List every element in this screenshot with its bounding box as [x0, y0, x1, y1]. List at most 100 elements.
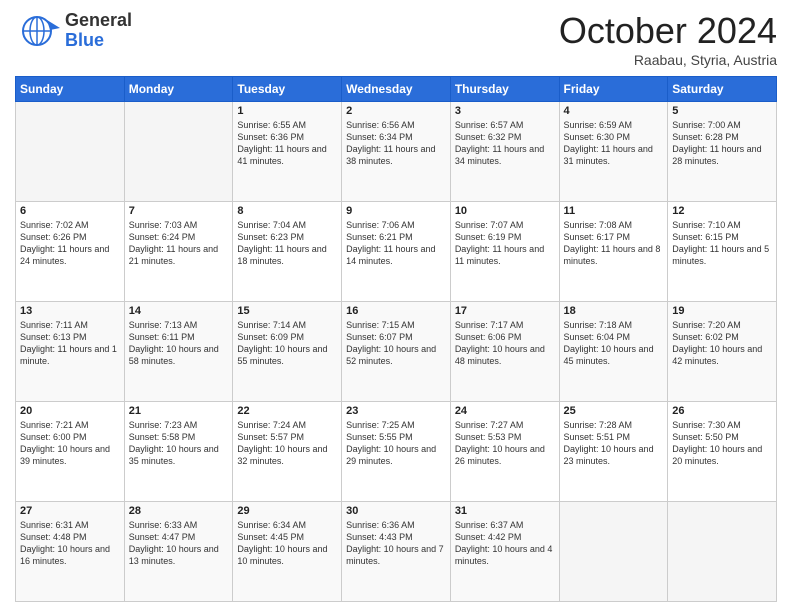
day-info: Sunrise: 7:15 AMSunset: 6:07 PMDaylight:… [346, 319, 446, 368]
daylight-text: Daylight: 11 hours and 31 minutes. [564, 144, 653, 166]
location-subtitle: Raabau, Styria, Austria [559, 52, 777, 68]
sunrise-text: Sunrise: 7:30 AM [672, 420, 741, 430]
sunset-text: Sunset: 5:50 PM [672, 432, 739, 442]
daylight-text: Daylight: 10 hours and 35 minutes. [129, 444, 219, 466]
daylight-text: Daylight: 10 hours and 52 minutes. [346, 344, 436, 366]
header-tuesday: Tuesday [233, 77, 342, 102]
daylight-text: Daylight: 11 hours and 38 minutes. [346, 144, 435, 166]
day-info: Sunrise: 7:18 AMSunset: 6:04 PMDaylight:… [564, 319, 664, 368]
sunset-text: Sunset: 6:17 PM [564, 232, 631, 242]
daylight-text: Daylight: 10 hours and 16 minutes. [20, 544, 110, 566]
calendar-cell: 13Sunrise: 7:11 AMSunset: 6:13 PMDayligh… [16, 302, 125, 402]
logo: General Blue [15, 10, 132, 52]
sunrise-text: Sunrise: 7:04 AM [237, 220, 306, 230]
calendar-cell: 6 Sunrise: 7:02 AM Sunset: 6:26 PM Daylight… [16, 202, 125, 302]
sunrise-text: Sunrise: 7:23 AM [129, 420, 198, 430]
day-number: 25 [564, 405, 664, 417]
daylight-text: Daylight: 10 hours and 7 minutes. [346, 544, 444, 566]
calendar-week-row: 6 Sunrise: 7:02 AM Sunset: 6:26 PM Daylight… [16, 202, 777, 302]
day-info: Sunrise: 7:06 AMSunset: 6:21 PMDaylight:… [346, 219, 446, 268]
day-number: 21 [129, 405, 229, 417]
daylight-text: Daylight: 10 hours and 39 minutes. [20, 444, 110, 466]
day-number: 12 [672, 205, 772, 217]
day-number: 10 [455, 205, 555, 217]
daylight-text: Daylight: 10 hours and 23 minutes. [564, 444, 654, 466]
day-info: Sunrise: 7:13 AMSunset: 6:11 PMDaylight:… [129, 319, 229, 368]
sunset-text: Sunset: 6:13 PM [20, 332, 87, 342]
sunrise-text: Sunrise: 7:18 AM [564, 320, 633, 330]
calendar-cell: 25Sunrise: 7:28 AMSunset: 5:51 PMDayligh… [559, 402, 668, 502]
sunset-text: Sunset: 5:53 PM [455, 432, 522, 442]
sunrise-text: Sunrise: 6:36 AM [346, 520, 415, 530]
day-info: Sunrise: 6:37 AMSunset: 4:42 PMDaylight:… [455, 519, 555, 568]
day-number: 1 [237, 105, 337, 117]
calendar-cell: 20Sunrise: 7:21 AMSunset: 6:00 PMDayligh… [16, 402, 125, 502]
day-number: 6 [20, 205, 120, 217]
calendar-cell [559, 502, 668, 602]
day-number: 31 [455, 505, 555, 517]
day-number: 7 [129, 205, 229, 217]
day-info: Sunrise: 7:27 AMSunset: 5:53 PMDaylight:… [455, 419, 555, 468]
calendar-cell [124, 102, 233, 202]
day-number: 27 [20, 505, 120, 517]
day-number: 18 [564, 305, 664, 317]
day-info: Sunrise: 6:33 AMSunset: 4:47 PMDaylight:… [129, 519, 229, 568]
day-info: Sunrise: 7:08 AMSunset: 6:17 PMDaylight:… [564, 219, 664, 268]
daylight-text: Daylight: 11 hours and 11 minutes. [455, 244, 544, 266]
calendar-week-row: 13Sunrise: 7:11 AMSunset: 6:13 PMDayligh… [16, 302, 777, 402]
sunset-text: Sunset: 6:26 PM [20, 232, 87, 242]
logo-text: General Blue [65, 11, 132, 51]
day-number: 4 [564, 105, 664, 117]
sunset-text: Sunset: 6:06 PM [455, 332, 522, 342]
sunrise-text: Sunrise: 7:00 AM [672, 120, 741, 130]
calendar-cell: 7 Sunrise: 7:03 AMSunset: 6:24 PMDaylight… [124, 202, 233, 302]
day-number: 5 [672, 105, 772, 117]
calendar-cell: 19Sunrise: 7:20 AMSunset: 6:02 PMDayligh… [668, 302, 777, 402]
sunset-text: Sunset: 4:45 PM [237, 532, 304, 542]
sunrise-text: Sunrise: 6:57 AM [455, 120, 524, 130]
sunset-text: Sunset: 6:19 PM [455, 232, 522, 242]
sunset-text: Sunset: 6:34 PM [346, 132, 413, 142]
calendar-table: Sunday Monday Tuesday Wednesday Thursday… [15, 76, 777, 602]
sunset-text: Sunset: 6:23 PM [237, 232, 304, 242]
daylight-text: Daylight: 10 hours and 58 minutes. [129, 344, 219, 366]
sunrise-text: Sunrise: 6:37 AM [455, 520, 524, 530]
sunset-text: Sunset: 6:21 PM [346, 232, 413, 242]
title-block: October 2024 Raabau, Styria, Austria [559, 10, 777, 68]
sunrise-text: Sunrise: 7:02 AM [20, 220, 89, 230]
logo-blue: Blue [65, 31, 132, 51]
day-info: Sunrise: 6:57 AMSunset: 6:32 PMDaylight:… [455, 119, 555, 168]
day-info: Sunrise: 7:00 AMSunset: 6:28 PMDaylight:… [672, 119, 772, 168]
sunrise-text: Sunrise: 7:07 AM [455, 220, 524, 230]
sunset-text: Sunset: 6:30 PM [564, 132, 631, 142]
month-title: October 2024 [559, 10, 777, 52]
header-thursday: Thursday [450, 77, 559, 102]
sunrise-text: Sunrise: 7:20 AM [672, 320, 741, 330]
day-info: Sunrise: 7:10 AMSunset: 6:15 PMDaylight:… [672, 219, 772, 268]
day-number: 16 [346, 305, 446, 317]
calendar-cell: 22Sunrise: 7:24 AMSunset: 5:57 PMDayligh… [233, 402, 342, 502]
day-number: 22 [237, 405, 337, 417]
day-info: Sunrise: 7:14 AMSunset: 6:09 PMDaylight:… [237, 319, 337, 368]
daylight-text: Daylight: 10 hours and 29 minutes. [346, 444, 436, 466]
sunset-text: Sunset: 6:02 PM [672, 332, 739, 342]
day-info: Sunrise: 7:03 AMSunset: 6:24 PMDaylight:… [129, 219, 229, 268]
day-number: 28 [129, 505, 229, 517]
daylight-text: Daylight: 11 hours and 8 minutes. [564, 244, 661, 266]
calendar-cell: 5 Sunrise: 7:00 AMSunset: 6:28 PMDaylight… [668, 102, 777, 202]
daylight-text: Daylight: 11 hours and 24 minutes. [20, 244, 109, 266]
calendar-week-row: 20Sunrise: 7:21 AMSunset: 6:00 PMDayligh… [16, 402, 777, 502]
calendar-week-row: 1Sunrise: 6:55 AMSunset: 6:36 PMDaylight… [16, 102, 777, 202]
calendar-cell: 10 Sunrise: 7:07 AM Sunset: 6:19 PM Dayligh… [450, 202, 559, 302]
daylight-text: Daylight: 10 hours and 32 minutes. [237, 444, 327, 466]
daylight-text: Daylight: 11 hours and 41 minutes. [237, 144, 326, 166]
calendar-cell: 29Sunrise: 6:34 AMSunset: 4:45 PMDayligh… [233, 502, 342, 602]
calendar-cell [16, 102, 125, 202]
day-number: 11 [564, 205, 664, 217]
logo-icon [15, 10, 65, 52]
day-number: 9 [346, 205, 446, 217]
calendar-cell: 27Sunrise: 6:31 AMSunset: 4:48 PMDayligh… [16, 502, 125, 602]
sunrise-text: Sunrise: 6:31 AM [20, 520, 89, 530]
calendar-header-row: Sunday Monday Tuesday Wednesday Thursday… [16, 77, 777, 102]
sunset-text: Sunset: 4:43 PM [346, 532, 413, 542]
